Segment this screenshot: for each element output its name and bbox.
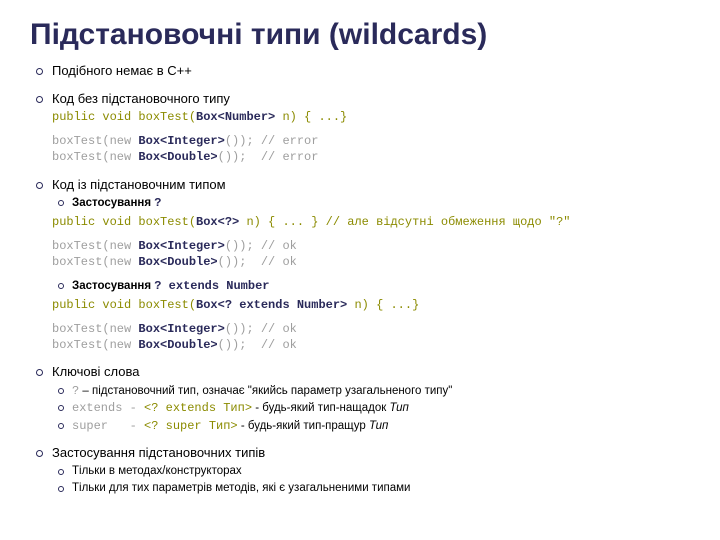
kw-super: super - <? super Тип> - будь-який тип-пр… — [72, 418, 690, 435]
kw-extends: extends - <? extends Тип> - будь-який ти… — [72, 400, 690, 417]
code-q-calls: boxTest(new Box<Integer>()); // ok boxTe… — [52, 238, 690, 270]
bullet-5: Застосування підстановочних типів Тільки… — [52, 444, 690, 496]
bullet-4-title: Ключові слова — [52, 364, 139, 379]
bullet-3-title: Код із підстановочним типом — [52, 177, 226, 192]
bullet-1: Подібного немає в C++ — [52, 62, 690, 80]
slide-root: { "title": "Підстановочні типи (wildcard… — [0, 0, 720, 540]
code-nowildcard-calls: boxTest(new Box<Integer>()); // error bo… — [52, 133, 690, 165]
bullet-4: Ключові слова ? – підстановочний тип, оз… — [52, 363, 690, 434]
app-question: Застосування ? — [72, 195, 690, 212]
bullet-5-title: Застосування підстановочних типів — [52, 445, 265, 460]
code-ext-sig: public void boxTest(Box<? extends Number… — [52, 297, 690, 313]
bullet-2: Код без підстановочного типу public void… — [52, 90, 690, 166]
code-ext-calls: boxTest(new Box<Integer>()); // ok boxTe… — [52, 321, 690, 353]
code-nowildcard-sig: public void boxTest(Box<Number> n) { ...… — [52, 109, 690, 125]
slide-title: Підстановочні типи (wildcards) — [30, 18, 690, 52]
use-2: Тільки для тих параметрів методів, які є… — [72, 481, 690, 497]
bullet-2-title: Код без підстановочного типу — [52, 91, 230, 106]
use-1: Тільки в методах/конструкторах — [72, 464, 690, 480]
kw-question: ? – підстановочний тип, означає "якийсь … — [72, 383, 690, 400]
bullet-3: Код із підстановочним типом Застосування… — [52, 176, 690, 354]
app-extends: Застосування ? extends Number — [72, 278, 690, 295]
bullet-1-text: Подібного немає в C++ — [52, 63, 192, 78]
code-q-sig: public void boxTest(Box<?> n) { ... } //… — [52, 214, 690, 230]
bullet-list: Подібного немає в C++ Код без підстаново… — [30, 62, 690, 496]
